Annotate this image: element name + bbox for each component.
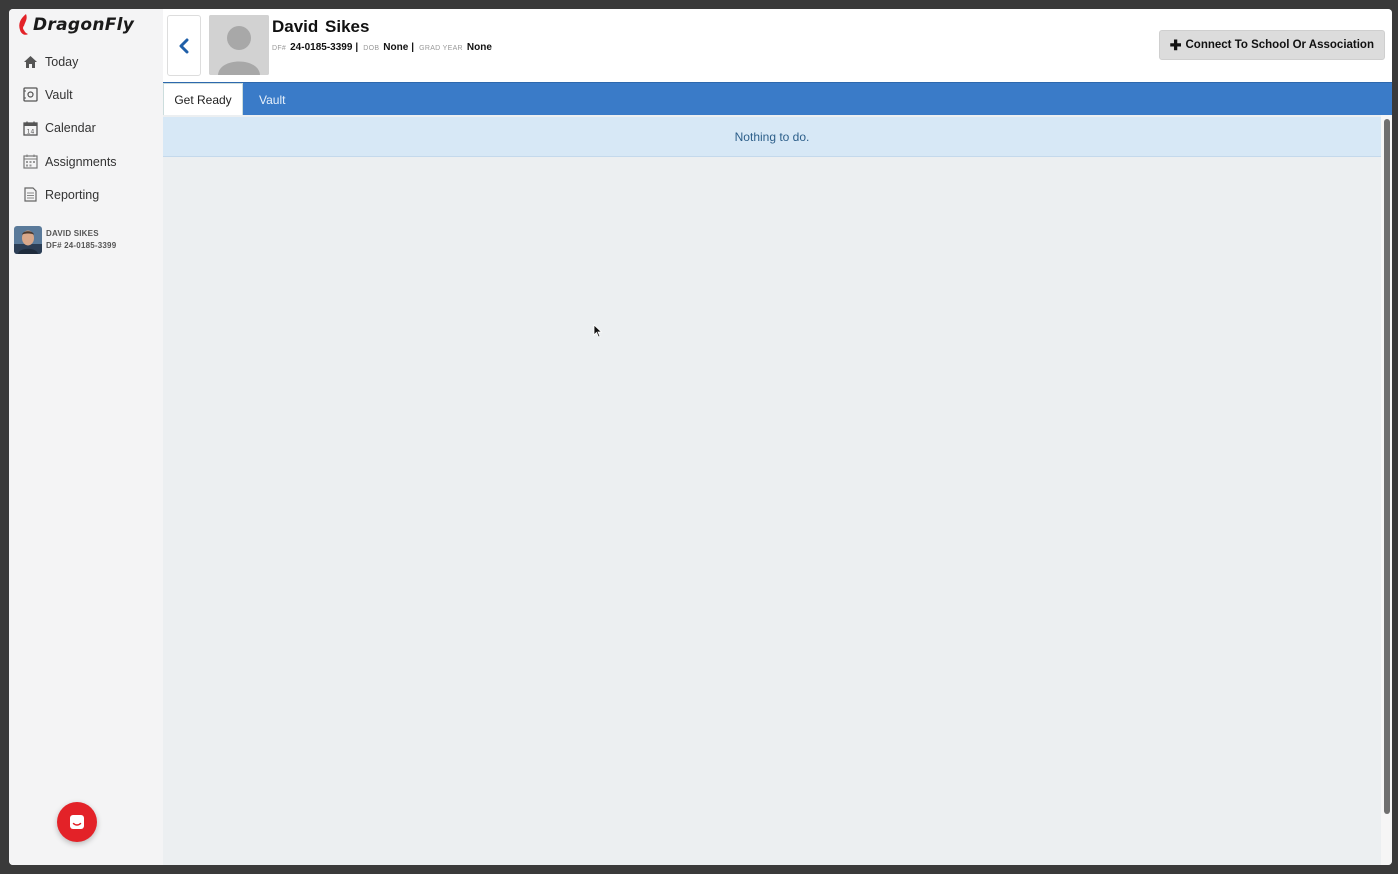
- main-panel: David Sikes DF# 24-0185-3399 | DOB None …: [163, 9, 1392, 865]
- chat-icon: [70, 815, 84, 829]
- grad-year-value: None: [466, 42, 492, 53]
- logo-flame-icon: [19, 14, 29, 35]
- sidebar-item-today[interactable]: Today: [9, 45, 163, 78]
- grad-year-label: GRAD YEAR: [419, 45, 463, 52]
- assignments-icon: [22, 154, 38, 170]
- df-label: DF#: [272, 45, 287, 52]
- dob-value: None: [383, 42, 409, 53]
- df-value: 24-0185-3399: [290, 42, 353, 53]
- connect-button-label: Connect To School Or Association: [1185, 39, 1375, 51]
- scrollbar-thumb[interactable]: [1384, 119, 1390, 814]
- empty-state-message: Nothing to do.: [163, 117, 1381, 157]
- tab-label: Get Ready: [174, 93, 232, 107]
- profile-name: David Sikes: [272, 17, 370, 36]
- sidebar-item-assignments[interactable]: Assignments: [9, 145, 163, 178]
- vault-icon: [22, 87, 38, 103]
- person-icon: [209, 15, 269, 75]
- chevron-left-icon: [179, 38, 189, 53]
- sidebar-item-label: Today: [45, 54, 79, 69]
- user-name: DAVID SIKES: [46, 229, 99, 238]
- sidebar-item-label: Assignments: [45, 154, 117, 169]
- home-icon: [22, 54, 38, 70]
- meta-divider: |: [411, 42, 415, 53]
- dob-label: DOB: [363, 45, 380, 52]
- profile-meta: DF# 24-0185-3399 | DOB None | GRAD YEAR …: [272, 42, 492, 53]
- connect-school-button[interactable]: ✚ Connect To School Or Association: [1158, 30, 1385, 60]
- avatar: [14, 226, 42, 254]
- sidebar-item-reporting[interactable]: Reporting: [9, 178, 163, 211]
- tab-vault[interactable]: Vault: [259, 83, 285, 116]
- user-profile-card[interactable]: DAVID SIKES DF# 24-0185-3399: [14, 226, 116, 254]
- app-window: DragonFly Today Vault 14 Calendar Assign…: [9, 9, 1392, 865]
- sidebar-item-vault[interactable]: Vault: [9, 78, 163, 111]
- tab-bar: Get Ready Vault: [163, 82, 1392, 116]
- sidebar-item-label: Vault: [45, 87, 73, 102]
- profile-photo-placeholder: [209, 15, 269, 75]
- tab-label: Vault: [259, 92, 286, 107]
- sidebar-nav: Today Vault 14 Calendar Assignments Repo…: [9, 45, 163, 211]
- sidebar: DragonFly Today Vault 14 Calendar Assign…: [9, 9, 163, 865]
- vertical-scrollbar[interactable]: [1381, 115, 1392, 865]
- calendar-icon: 14: [22, 120, 38, 136]
- tab-get-ready[interactable]: Get Ready: [163, 83, 243, 116]
- sidebar-item-label: Reporting: [45, 187, 100, 202]
- sidebar-item-label: Calendar: [45, 121, 96, 136]
- document-icon: [22, 187, 38, 203]
- logo-text: DragonFly: [33, 15, 135, 35]
- mouse-cursor-icon: [593, 324, 603, 338]
- back-button[interactable]: [167, 15, 201, 76]
- profile-header: David Sikes DF# 24-0185-3399 | DOB None …: [163, 9, 1392, 82]
- sidebar-item-calendar[interactable]: 14 Calendar: [9, 112, 163, 145]
- plus-icon: ✚: [1169, 36, 1182, 53]
- user-df-number: DF# 24-0185-3399: [46, 241, 117, 250]
- chat-button[interactable]: [57, 802, 97, 842]
- dragonfly-logo[interactable]: DragonFly: [17, 11, 134, 39]
- tab-content: Nothing to do.: [163, 115, 1381, 865]
- svg-text:14: 14: [26, 128, 34, 135]
- meta-divider: |: [355, 42, 359, 53]
